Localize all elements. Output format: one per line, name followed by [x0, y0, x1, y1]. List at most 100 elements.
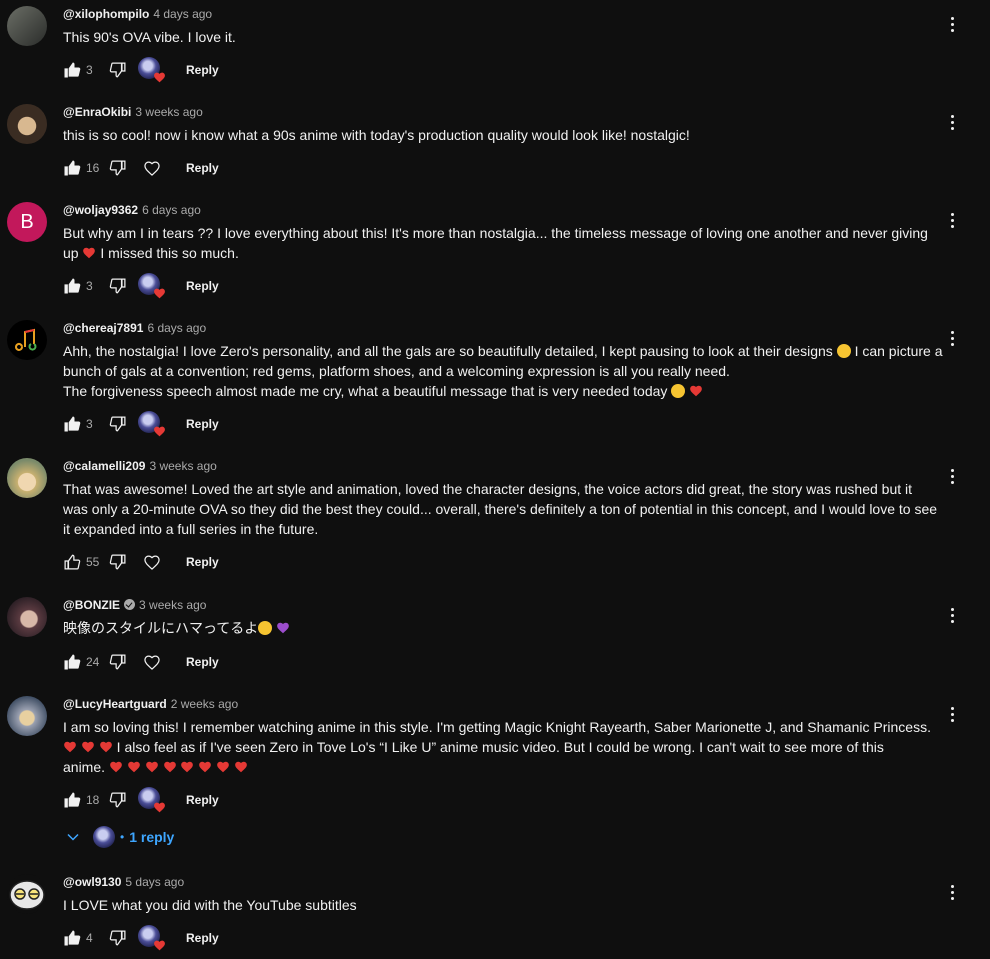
comment-time[interactable]: 3 weeks ago	[149, 459, 216, 473]
comment-time[interactable]: 6 days ago	[147, 321, 206, 335]
dislike-button[interactable]	[106, 58, 130, 82]
comment-time[interactable]: 3 weeks ago	[139, 598, 206, 612]
comment-time[interactable]: 5 days ago	[125, 875, 184, 889]
like-count: 3	[86, 417, 93, 431]
comment-author[interactable]: @BONZIE	[63, 598, 120, 612]
thumb-down-icon	[108, 652, 128, 672]
thumb-down-icon	[108, 928, 128, 948]
comment-author[interactable]: @woljay9362	[63, 203, 138, 217]
avatar[interactable]	[7, 6, 47, 46]
heart-emoji-icon	[216, 760, 230, 774]
comment-author[interactable]: @owl9130	[63, 875, 121, 889]
like-button[interactable]	[60, 650, 84, 674]
more-actions-icon[interactable]	[940, 208, 964, 232]
comment-time[interactable]: 4 days ago	[153, 7, 212, 21]
creator-heart-badge	[138, 787, 164, 813]
creator-heart-badge	[138, 57, 164, 83]
more-actions-icon[interactable]	[940, 326, 964, 350]
heart-button[interactable]	[140, 650, 164, 674]
reply-button[interactable]: Reply	[186, 417, 219, 431]
avatar[interactable]	[7, 458, 47, 498]
heart-emoji-icon	[81, 740, 95, 754]
heart-emoji-icon	[198, 760, 212, 774]
heart-emoji-icon	[127, 760, 141, 774]
heart-outline-icon	[142, 652, 162, 672]
thumb-down-icon	[108, 414, 128, 434]
like-button[interactable]	[60, 926, 84, 950]
heart-button[interactable]	[140, 156, 164, 180]
heart-emoji-icon	[99, 740, 113, 754]
heart-emoji-icon	[180, 760, 194, 774]
creator-heart-badge	[138, 273, 164, 299]
avatar[interactable]: B	[7, 202, 47, 242]
heart-outline-icon	[142, 552, 162, 572]
reply-button[interactable]: Reply	[186, 555, 219, 569]
avatar-letter: B	[20, 210, 34, 233]
reply-button[interactable]: Reply	[186, 793, 219, 807]
comment-time[interactable]: 2 weeks ago	[171, 697, 238, 711]
avatar[interactable]	[7, 320, 47, 360]
like-count: 3	[86, 279, 93, 293]
dislike-button[interactable]	[106, 550, 130, 574]
thumb-down-icon	[108, 790, 128, 810]
comment-text: But why am I in tears ?? I love everythi…	[63, 225, 928, 261]
heart-emoji-icon	[163, 760, 177, 774]
reply-button[interactable]: Reply	[186, 63, 219, 77]
thumb-down-icon	[108, 276, 128, 296]
more-actions-icon[interactable]	[940, 702, 964, 726]
creator-heart-badge	[138, 411, 164, 437]
thumb-up-icon	[62, 552, 82, 572]
dislike-button[interactable]	[106, 412, 130, 436]
thumb-up-icon	[62, 60, 82, 80]
like-button[interactable]	[60, 550, 84, 574]
comment-author[interactable]: @LucyHeartguard	[63, 697, 167, 711]
avatar[interactable]	[7, 597, 47, 637]
heart-emoji-icon	[689, 384, 703, 398]
avatar[interactable]	[7, 696, 47, 736]
reply-button[interactable]: Reply	[186, 931, 219, 945]
view-replies-button[interactable]: • 1 reply	[63, 825, 174, 849]
comment-text: I am so loving this! I remember watching…	[63, 719, 931, 775]
comment-author[interactable]: @EnraOkibi	[63, 105, 131, 119]
like-button[interactable]	[60, 58, 84, 82]
thumb-up-icon	[62, 790, 82, 810]
thumb-up-icon	[62, 928, 82, 948]
comment-time[interactable]: 6 days ago	[142, 203, 201, 217]
thumb-up-icon	[62, 414, 82, 434]
dislike-button[interactable]	[106, 274, 130, 298]
like-count: 3	[86, 63, 93, 77]
thumb-down-icon	[108, 60, 128, 80]
like-button[interactable]	[60, 274, 84, 298]
comment-time[interactable]: 3 weeks ago	[135, 105, 202, 119]
dislike-button[interactable]	[106, 650, 130, 674]
heart-icon	[153, 939, 166, 952]
thumb-down-icon	[108, 552, 128, 572]
reply-button[interactable]: Reply	[186, 279, 219, 293]
like-button[interactable]	[60, 412, 84, 436]
crying-emoji-icon	[671, 384, 686, 398]
reply-button[interactable]: Reply	[186, 655, 219, 669]
more-actions-icon[interactable]	[940, 464, 964, 488]
purple-heart-emoji-icon	[277, 622, 290, 634]
comment-text: This 90's OVA vibe. I love it.	[63, 29, 236, 45]
comment-author[interactable]: @xilophompilo	[63, 7, 149, 21]
heart-icon	[153, 801, 166, 814]
like-button[interactable]	[60, 788, 84, 812]
owl-avatar-icon	[9, 880, 45, 910]
heart-button[interactable]	[140, 550, 164, 574]
comment-author[interactable]: @calamelli209	[63, 459, 145, 473]
avatar[interactable]	[7, 104, 47, 144]
avatar[interactable]	[7, 874, 47, 914]
more-actions-icon[interactable]	[940, 880, 964, 904]
comment-author[interactable]: @chereaj7891	[63, 321, 143, 335]
more-actions-icon[interactable]	[940, 603, 964, 627]
dislike-button[interactable]	[106, 926, 130, 950]
like-button[interactable]	[60, 156, 84, 180]
comment-text: I LOVE what you did with the YouTube sub…	[63, 897, 357, 913]
comment-text: this is so cool! now i know what a 90s a…	[63, 127, 690, 143]
more-actions-icon[interactable]	[940, 110, 964, 134]
dislike-button[interactable]	[106, 156, 130, 180]
more-actions-icon[interactable]	[940, 12, 964, 36]
reply-button[interactable]: Reply	[186, 161, 219, 175]
dislike-button[interactable]	[106, 788, 130, 812]
